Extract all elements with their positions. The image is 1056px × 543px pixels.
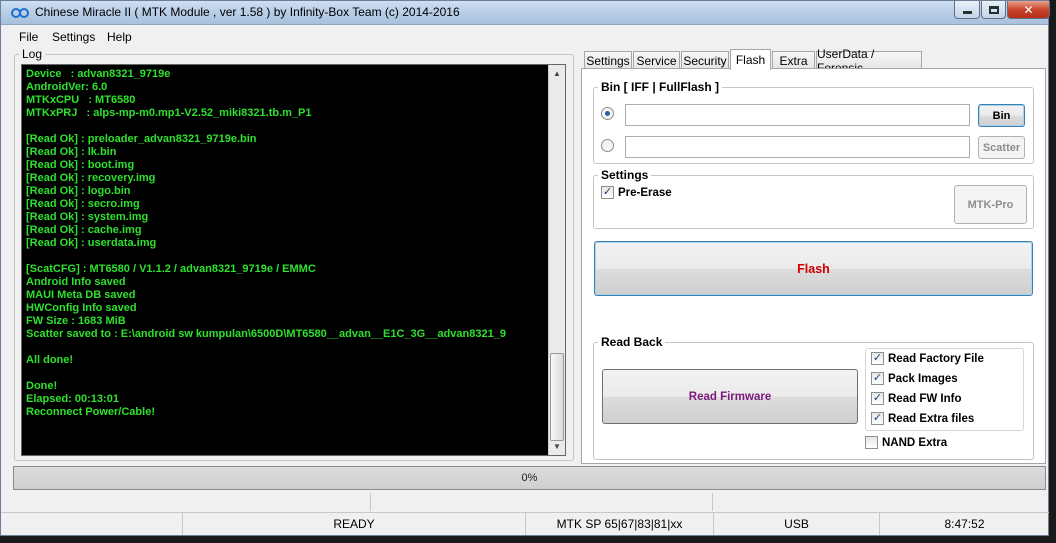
log-line: [Read Ok] : secro.img [26,198,140,210]
progress-bar: 0% [13,466,1046,490]
log-line: MTKxPRJ : alps-mp-m0.mp1-V2.52_miki8321.… [26,107,312,119]
log-text: Device : advan8321_9719e AndroidVer: 6.0 M… [26,68,548,419]
secondary-cell-2 [371,493,713,511]
scatter-radio[interactable] [601,139,614,152]
log-line: [ScatCFG] : MT6580 / V1.1.2 / advan8321_… [26,263,316,275]
log-line: Done! [26,380,58,392]
log-line: MTKxCPU : MT6580 [26,94,136,106]
log-line: AndroidVer: 6.0 [26,81,108,93]
bin-radio[interactable] [601,107,614,120]
log-line: Device : advan8321_9719e [26,68,171,80]
tab-userdata-forensic[interactable]: UserData / Forensic [816,47,922,75]
read-extra-files-check-icon: ✓ [871,412,884,425]
secondary-cell-1 [13,493,371,511]
bin-group-label: Bin [ IFF | FullFlash ] [598,80,723,94]
nand-extra-label: NAND Extra [882,436,948,449]
maximize-button[interactable] [981,1,1006,19]
scroll-thumb[interactable] [550,353,564,441]
pre-erase-label: Pre-Erase [618,186,672,199]
infinity-logo-icon [11,8,29,18]
read-fw-info-checkbox[interactable]: ✓ Read FW Info [871,392,961,405]
tab-settings[interactable]: Settings [584,51,632,69]
scroll-down-icon[interactable]: ▼ [549,438,565,455]
title-bar[interactable]: Chinese Miracle II ( MTK Module , ver 1.… [1,1,1050,25]
status-platform: MTK SP 65|67|83|81|xx [525,513,713,535]
log-scrollbar[interactable]: ▲ ▼ [548,65,565,455]
tab-extra[interactable]: Extra [772,51,815,69]
scatter-path-input[interactable] [625,136,970,158]
log-line: All done! [26,354,74,366]
log-line: [Read Ok] : logo.bin [26,185,131,197]
log-output[interactable]: Device : advan8321_9719e AndroidVer: 6.0 M… [21,64,566,456]
bin-button[interactable]: Bin [978,104,1025,127]
secondary-status-bar [13,493,1046,511]
maximize-icon [988,5,999,14]
read-factory-file-label: Read Factory File [888,352,984,365]
tab-flash[interactable]: Flash [730,49,771,70]
read-fw-info-label: Read FW Info [888,392,962,405]
status-cell-empty [1,513,182,535]
minimize-button[interactable] [954,1,980,19]
bin-path-input[interactable] [625,104,970,126]
read-fw-info-check-icon: ✓ [871,392,884,405]
menu-file[interactable]: File [19,30,38,44]
nand-extra-checkbox[interactable]: NAND Extra [865,436,947,449]
read-factory-file-check-icon: ✓ [871,352,884,365]
log-line: Elapsed: 00:13:01 [26,393,119,405]
read-firmware-button[interactable]: Read Firmware [602,369,858,424]
log-line: [Read Ok] : cache.img [26,224,142,236]
log-line: Scatter saved to : E:\android sw kumpula… [26,328,506,340]
log-line: [Read Ok] : userdata.img [26,237,157,249]
log-line: HWConfig Info saved [26,302,137,314]
minimize-icon [962,11,972,14]
progress-text: 0% [521,472,538,484]
log-line: [Read Ok] : preloader_advan8321_9719e.bi… [26,133,257,145]
log-line: Reconnect Power/Cable! [26,406,155,418]
window-title: Chinese Miracle II ( MTK Module , ver 1.… [35,5,460,19]
status-bar: READY MTK SP 65|67|83|81|xx USB 8:47:52 [1,512,1049,535]
flash-button[interactable]: Flash [594,241,1033,296]
close-button[interactable]: ✕ [1007,1,1050,19]
menu-bar: File Settings Help [1,26,1048,46]
status-time: 8:47:52 [879,513,1049,535]
menu-settings[interactable]: Settings [52,30,95,44]
log-group-label: Log [19,47,46,61]
app-window: Chinese Miracle II ( MTK Module , ver 1.… [0,0,1050,536]
log-line: [Read Ok] : recovery.img [26,172,156,184]
log-line: [Read Ok] : lk.bin [26,146,117,158]
pack-images-checkbox[interactable]: ✓ Pack Images [871,372,958,385]
log-line: Android Info saved [26,276,126,288]
pack-images-check-icon: ✓ [871,372,884,385]
pre-erase-check-icon: ✓ [601,186,614,199]
status-ready: READY [182,513,525,535]
pack-images-label: Pack Images [888,372,958,385]
read-extra-files-checkbox[interactable]: ✓ Read Extra files [871,412,974,425]
tab-security[interactable]: Security [681,51,729,69]
scroll-up-icon[interactable]: ▲ [549,65,565,82]
status-connection: USB [713,513,879,535]
settings-group-label: Settings [598,168,652,182]
log-line: [Read Ok] : system.img [26,211,149,223]
read-extra-files-label: Read Extra files [888,412,975,425]
tab-service[interactable]: Service [633,51,680,69]
pre-erase-checkbox[interactable]: ✓ Pre-Erase [601,186,672,199]
log-line: [Read Ok] : boot.img [26,159,135,171]
menu-help[interactable]: Help [107,30,132,44]
read-factory-file-checkbox[interactable]: ✓ Read Factory File [871,352,984,365]
nand-extra-check-icon [865,436,878,449]
log-line: FW Size : 1683 MiB [26,315,126,327]
scatter-button[interactable]: Scatter [978,136,1025,159]
close-icon: ✕ [1023,2,1034,17]
read-back-group-label: Read Back [598,335,666,349]
log-line: MAUI Meta DB saved [26,289,136,301]
flash-panel: Bin [ IFF | FullFlash ] Bin Scatter Sett… [581,68,1046,464]
mtk-pro-button[interactable]: MTK-Pro [954,185,1027,224]
